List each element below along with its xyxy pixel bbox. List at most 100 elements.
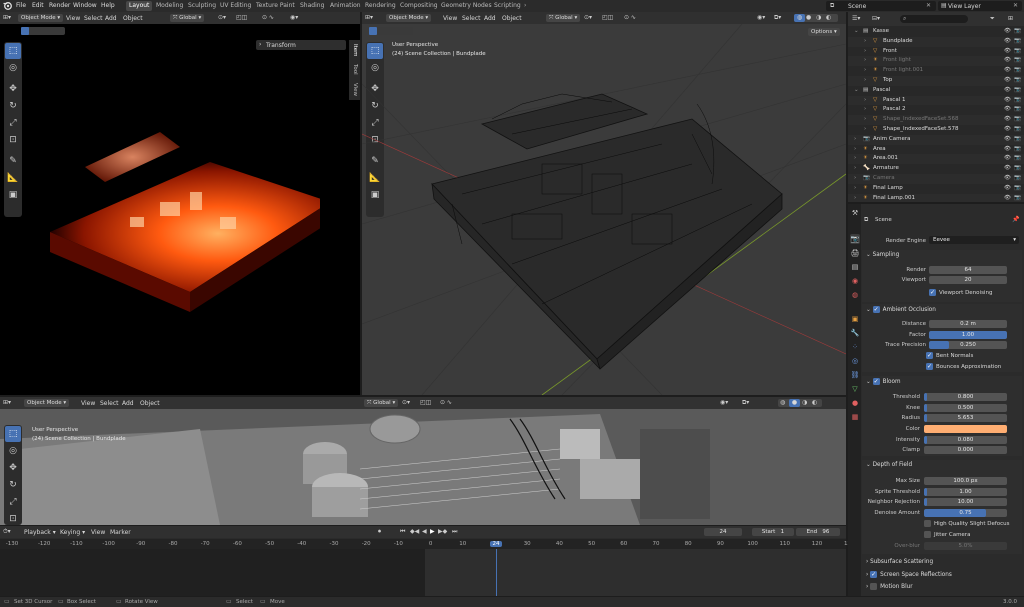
measure-icon[interactable]: 📐	[5, 170, 21, 186]
dof-maxsize-field[interactable]: 100.0 px	[924, 477, 1007, 485]
camera-render-icon[interactable]: 📷	[1014, 105, 1021, 115]
tab-item[interactable]: Item	[352, 44, 358, 57]
chevron-right-icon[interactable]: ›	[854, 184, 856, 194]
select-menu[interactable]: Select	[84, 15, 103, 22]
tab-sculpting[interactable]: Sculpting	[188, 2, 216, 9]
reverse-icon[interactable]: ◀	[422, 528, 427, 535]
select-menu[interactable]: Select	[100, 400, 119, 407]
object-menu[interactable]: Object	[123, 15, 143, 22]
orientation-dropdown[interactable]: ⤧ Global ▾	[170, 14, 205, 22]
tab-modeling[interactable]: Modeling	[156, 2, 183, 9]
orientation-dropdown[interactable]: ⤧ Global ▾	[364, 399, 399, 407]
bloom-color-swatch[interactable]	[924, 425, 1007, 433]
material-shading-icon[interactable]: ◑	[816, 14, 821, 22]
visibility-eye-icon[interactable]: 👁	[1004, 115, 1011, 125]
chevron-right-icon[interactable]: ›	[864, 66, 866, 76]
visibility-eye-icon[interactable]: 👁	[1004, 76, 1011, 86]
editor-type-icon[interactable]: ⏱▾	[3, 528, 11, 536]
tab-tool[interactable]: Tool	[352, 64, 358, 75]
output-tab-icon[interactable]: 🖨	[850, 248, 860, 258]
camera-render-icon[interactable]: 📷	[1014, 47, 1021, 57]
camera-render-icon[interactable]: 📷	[1014, 135, 1021, 145]
visibility-eye-icon[interactable]: 👁	[1004, 164, 1011, 174]
move-icon[interactable]: ✥	[5, 460, 21, 476]
cursor-icon[interactable]: ◎	[5, 60, 21, 76]
snap-toggle-icon[interactable]: ◰◫	[236, 14, 247, 21]
data-tab-icon[interactable]: ▽	[850, 384, 860, 394]
camera-render-icon[interactable]: 📷	[1014, 154, 1021, 164]
chevron-right-icon[interactable]: ›	[864, 76, 866, 86]
transform-panel-header[interactable]: › Transform	[256, 40, 346, 50]
camera-render-icon[interactable]: 📷	[1014, 66, 1021, 76]
chevron-right-icon[interactable]: ›	[854, 135, 856, 145]
render-tab-icon[interactable]: 📷	[850, 234, 860, 244]
scale-icon[interactable]: ⤢	[5, 115, 21, 131]
shading-buttons[interactable]: ◍ ● ◑ ◐	[794, 14, 838, 22]
record-icon[interactable]: ⏺	[378, 528, 381, 536]
visibility-eye-icon[interactable]: 👁	[1004, 174, 1011, 184]
chevron-down-icon[interactable]: ⌄	[854, 86, 859, 96]
keying-menu[interactable]: Keying ▾	[60, 529, 85, 536]
proportional-icon[interactable]: ⊙ ∿	[262, 14, 274, 21]
jump-end-icon[interactable]: ⏭	[452, 528, 457, 536]
render-engine-dropdown[interactable]: Eevee ▾	[929, 236, 1019, 244]
material-tab-icon[interactable]: ●	[850, 398, 860, 408]
select-new-icon[interactable]	[21, 27, 29, 35]
outliner-row[interactable]: › ▽ Front 👁 📷	[848, 47, 1024, 57]
hq-defocus-checkbox[interactable]: High Quality Slight Defocus	[924, 520, 1010, 527]
outliner-row[interactable]: › 🦴 Armature 👁 📷	[848, 164, 1024, 174]
camera-render-icon[interactable]: 📷	[1014, 37, 1021, 47]
proportional-icon[interactable]: ⊙ ∿	[440, 399, 452, 406]
visibility-icon[interactable]: ◉▾	[290, 14, 298, 21]
camera-render-icon[interactable]: 📷	[1014, 145, 1021, 155]
add-cube-icon[interactable]: ▣	[5, 187, 21, 203]
render-samples-field[interactable]: 64	[929, 266, 1007, 274]
annotate-icon[interactable]: ✎	[5, 153, 21, 169]
tab-compositing[interactable]: Compositing	[400, 2, 438, 9]
chevron-right-icon[interactable]: ›	[854, 145, 856, 155]
tab-shading[interactable]: Shading	[300, 2, 324, 9]
rendered-shading-icon[interactable]: ◐	[826, 14, 831, 22]
proportional-icon[interactable]: ⊙ ∿	[624, 14, 636, 21]
shading-buttons[interactable]: ◍ ● ◑ ◐	[778, 399, 822, 407]
scale-icon[interactable]: ⤢	[5, 494, 21, 510]
bloom-intensity-field[interactable]: 0.080	[924, 436, 1007, 444]
visibility-eye-icon[interactable]: 👁	[1004, 66, 1011, 76]
playback-menu[interactable]: Playback ▾	[24, 529, 56, 536]
outliner-row[interactable]: ⌄ ▤ Kasse 👁 📷	[848, 27, 1024, 37]
camera-render-icon[interactable]: 📷	[1014, 27, 1021, 37]
bounces-checkbox[interactable]: ✓ Bounces Approximation	[926, 363, 1001, 370]
jitter-camera-checkbox[interactable]: Jitter Camera	[924, 531, 970, 538]
tab-texture-paint[interactable]: Texture Paint	[256, 2, 295, 9]
overblur-field[interactable]: 5.0%	[924, 542, 1007, 550]
object-menu[interactable]: Object	[502, 15, 522, 22]
texture-tab-icon[interactable]: ▦	[850, 412, 860, 422]
ao-factor-slider[interactable]: 1.00	[929, 331, 1007, 339]
dof-sprite-field[interactable]: 1.00	[924, 488, 1007, 496]
chevron-right-icon[interactable]: ›	[864, 96, 866, 106]
menu-edit[interactable]: Edit	[32, 2, 44, 9]
bloom-header[interactable]: ⌄ ✓ Bloom	[866, 378, 901, 385]
outliner-row[interactable]: › ☀ Final Lamp 👁 📷	[848, 184, 1024, 194]
snap-icon[interactable]: ⊙▾	[218, 14, 226, 21]
camera-render-icon[interactable]: 📷	[1014, 76, 1021, 86]
world-tab-icon[interactable]: ◍	[850, 290, 860, 300]
overlay-icon[interactable]: ⧉▾	[774, 14, 781, 22]
chevron-right-icon[interactable]: ›	[864, 105, 866, 115]
view-layer-selector[interactable]: ▤ View Layer ✕	[938, 1, 1022, 11]
jump-start-icon[interactable]: ⏮	[400, 528, 405, 536]
search-input[interactable]: ⌕	[900, 15, 968, 23]
viewport-samples-field[interactable]: 20	[929, 276, 1007, 284]
modifier-tab-icon[interactable]: 🔧	[850, 328, 860, 338]
bloom-clamp-field[interactable]: 0.000	[924, 446, 1007, 454]
snap-toggle-icon[interactable]: ◰◫	[602, 14, 613, 21]
display-mode-icon[interactable]: ⊟▾	[872, 15, 880, 22]
outliner-row[interactable]: › 📷 Anim Camera 👁 📷	[848, 134, 1024, 145]
outliner[interactable]: ☰▾ ⊟▾ ⌕ ⏷ ⊞ ⌄ ▤ Kasse 👁 📷 › ▽ Bundplade 👁 📷 › ▽ Fron…	[848, 12, 1024, 202]
visibility-eye-icon[interactable]: 👁	[1004, 154, 1011, 164]
outliner-row[interactable]: › ▽ Top 👁 📷	[848, 75, 1024, 86]
current-frame-indicator[interactable]: 24	[490, 541, 502, 547]
select-menu[interactable]: Select	[462, 15, 481, 22]
particles-tab-icon[interactable]: ⁘	[850, 342, 860, 352]
motion-blur-header[interactable]: › Motion Blur	[866, 583, 913, 590]
